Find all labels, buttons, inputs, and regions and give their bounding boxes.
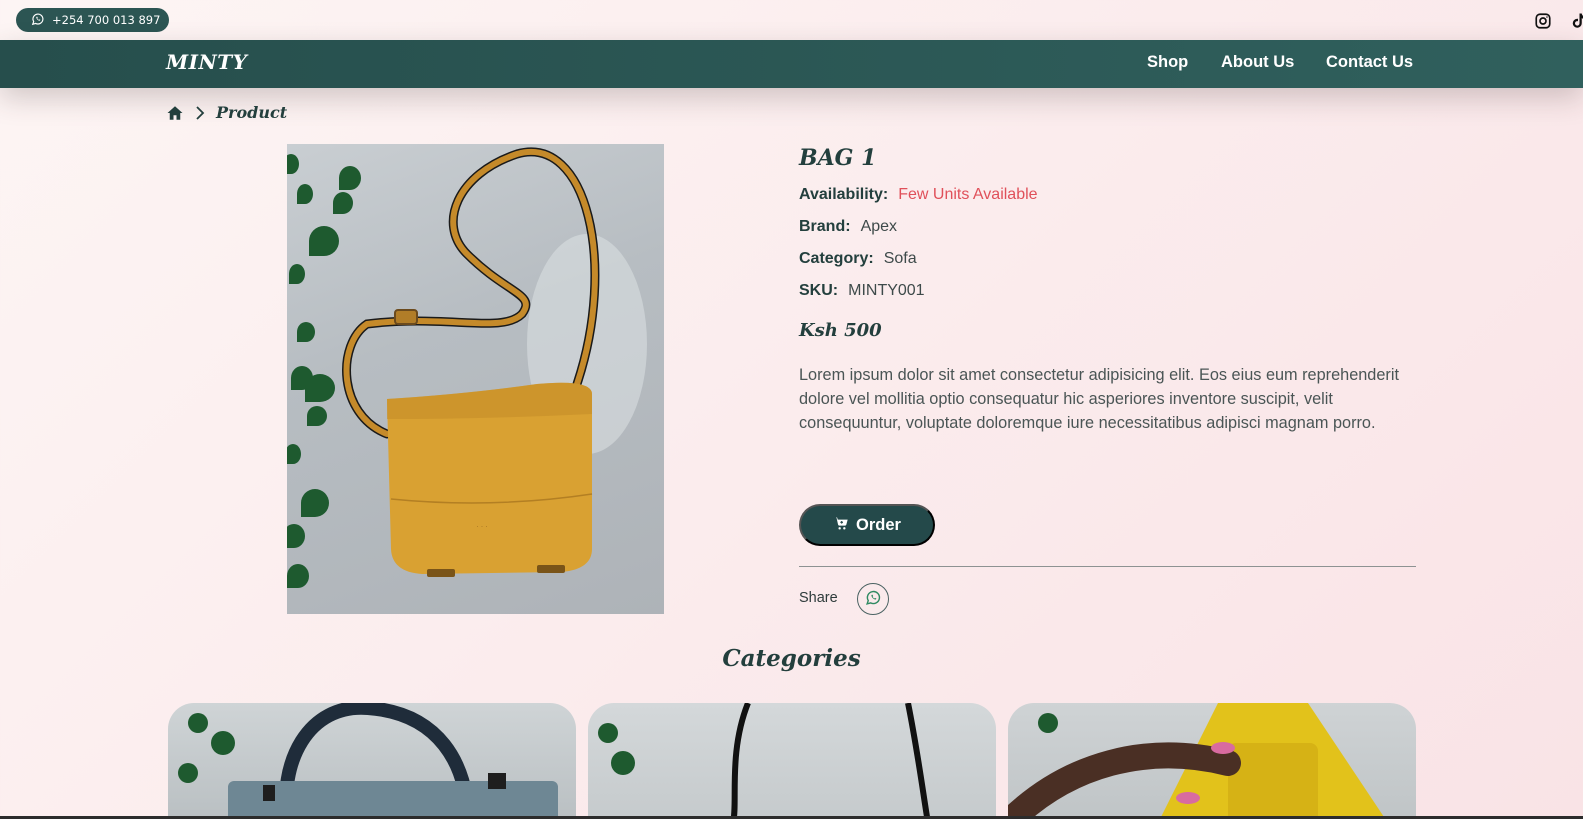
category-card[interactable]: [588, 703, 996, 819]
leaf-decoration: [297, 322, 315, 342]
product-image: · · ·: [287, 144, 664, 614]
leaf-decoration: [307, 406, 327, 426]
leaf-decoration: [309, 226, 339, 256]
phone-pill[interactable]: +254 700 013 897: [16, 8, 169, 32]
whatsapp-icon: [31, 12, 45, 29]
brand-row: Brand: Apex: [799, 218, 897, 236]
whatsapp-icon: [865, 589, 882, 610]
leaf-decoration: [287, 564, 309, 588]
home-icon[interactable]: [166, 104, 184, 122]
leaf-decoration: [305, 374, 335, 402]
categories-title: Categories: [722, 645, 861, 672]
sku-value: MINTY001: [848, 282, 925, 299]
leaf-decoration: [333, 192, 353, 214]
svg-text:· · ·: · · ·: [476, 523, 487, 531]
tiktok-icon[interactable]: [1567, 10, 1583, 32]
order-button[interactable]: Order: [799, 504, 935, 546]
breadcrumb: Product: [166, 103, 287, 122]
category-label: Category:: [799, 250, 874, 267]
bag-illustration: · · ·: [342, 147, 647, 577]
availability-label: Availability:: [799, 186, 889, 203]
share-label: Share: [799, 590, 838, 606]
chevron-right-icon: [194, 105, 206, 120]
leaf-decoration: [301, 489, 329, 517]
category-value: Sofa: [883, 250, 917, 267]
brand-label: Brand:: [799, 218, 851, 235]
leaf-decoration: [339, 166, 361, 190]
instagram-icon[interactable]: [1532, 10, 1554, 32]
nav-link-about-us[interactable]: About Us: [1221, 53, 1294, 72]
category-image: [598, 703, 931, 819]
phone-number: +254 700 013 897: [52, 13, 161, 27]
category-card[interactable]: [168, 703, 576, 819]
availability-row: Availability: Few Units Available: [799, 186, 1038, 204]
top-bar: +254 700 013 897: [0, 0, 1583, 40]
availability-value: Few Units Available: [898, 186, 1038, 203]
category-image: [1008, 703, 1386, 819]
leaf-decoration: [289, 264, 305, 284]
category-row: Category: Sofa: [799, 250, 917, 268]
cart-icon: [833, 515, 849, 536]
brand-logo[interactable]: MINTY: [166, 50, 247, 74]
leaf-decoration: [297, 184, 313, 204]
product-price: Ksh 500: [799, 320, 882, 341]
product-description: Lorem ipsum dolor sit amet consectetur a…: [799, 366, 1399, 432]
category-image: [178, 703, 558, 819]
sku-row: SKU: MINTY001: [799, 282, 925, 300]
product-title: BAG 1: [799, 145, 877, 171]
nav-link-shop[interactable]: Shop: [1147, 53, 1188, 72]
order-button-label: Order: [856, 515, 901, 534]
share-whatsapp-button[interactable]: [857, 583, 889, 615]
main-navbar: MINTY Shop About Us Contact Us: [0, 40, 1583, 88]
breadcrumb-current: Product: [216, 103, 288, 122]
sku-label: SKU:: [799, 282, 839, 299]
category-card[interactable]: [1008, 703, 1416, 819]
brand-value: Apex: [860, 218, 898, 235]
nav-link-contact-us[interactable]: Contact Us: [1326, 53, 1413, 72]
divider: [799, 566, 1416, 567]
